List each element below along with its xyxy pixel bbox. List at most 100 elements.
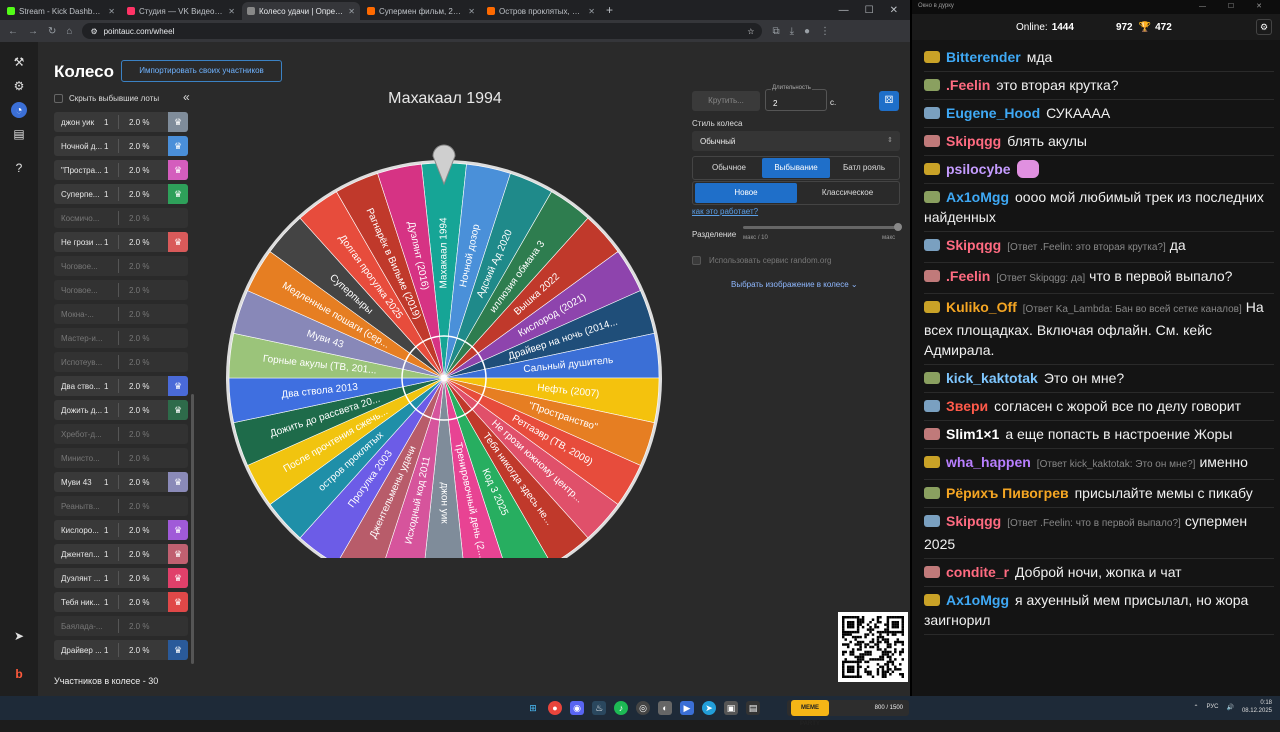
chat-username[interactable]: Kuliko_Off [946,299,1017,315]
lots-scrollbar[interactable] [191,394,194,664]
lot-item[interactable]: Хребот-д... 2.0 % [54,424,188,444]
import-participants-button[interactable]: Импортировать своих участников [121,60,282,82]
site-info-icon[interactable]: ⚙ [90,27,97,36]
steam-icon[interactable]: ♨ [592,701,606,715]
close-icon[interactable]: ✕ [468,7,475,16]
settings-gear-icon[interactable]: ⚙ [1256,19,1272,35]
settings-gear-icon[interactable]: ⚙ [11,78,27,94]
close-icon[interactable]: ✕ [348,7,355,16]
mode-elimination[interactable]: Выбывание [762,158,830,178]
telegram-icon[interactable]: ➤ [11,628,27,644]
app-icon[interactable]: ▤ [746,701,760,715]
app-icon[interactable]: ▶ [680,701,694,715]
pick-image-button[interactable]: Выбрать изображение в колесе ⌄ [731,280,858,289]
cup-icon[interactable]: ♛ [168,640,188,660]
cup-icon[interactable]: ♛ [168,184,188,204]
checkbox[interactable] [692,256,701,265]
mode-normal[interactable]: Обычное [696,158,762,178]
chat-username[interactable]: Звери [946,398,988,414]
obs-icon[interactable]: ◎ [636,701,650,715]
cup-icon[interactable]: ♛ [168,592,188,612]
chat-username[interactable]: .Feelin [946,268,990,284]
telegram-icon[interactable]: ➤ [702,701,716,715]
lot-item[interactable]: Драйвер ... 1 2.0 % ♛ [54,640,188,660]
wheel[interactable]: Махакаал 1994 Ночной дозорАдский Ад 2020и… [226,112,666,558]
bookmark-star-icon[interactable]: ☆ [747,27,754,36]
tab-vk[interactable]: Студия — VK Видео Live ✕ [122,2,240,20]
cup-icon[interactable]: ♛ [168,544,188,564]
close-icon[interactable]: ✕ [588,7,595,16]
help-icon[interactable]: ? [11,160,27,176]
lot-item[interactable]: Баялада-... 2.0 % [54,616,188,636]
submode-classic[interactable]: Классическое [797,183,898,203]
shuffle-icon[interactable]: ⚄ [879,91,899,111]
chat-username[interactable]: Skipqgg [946,133,1001,149]
menu-icon[interactable]: ⋮ [820,26,830,37]
chat-username[interactable]: wha_happen [946,454,1031,470]
chat-username[interactable]: Ax1oMgg [946,592,1009,608]
style-select[interactable]: Обычный ⇕ [692,131,900,151]
volume-icon[interactable]: 🔊 [1226,704,1233,711]
cup-icon[interactable]: ♛ [168,472,188,492]
chat-username[interactable]: .Feelin [946,77,990,93]
chat-username[interactable]: Skipqgg [946,513,1001,529]
app-icon[interactable]: ◐ [658,701,672,715]
language-indicator[interactable]: РУС [1206,704,1218,710]
cup-icon[interactable]: ♛ [168,568,188,588]
lot-item[interactable]: Чоговое... 2.0 % [54,280,188,300]
download-icon[interactable]: ⤓ [790,26,794,37]
lot-item[interactable]: Испотеув... 2.0 % [54,352,188,372]
chat-username[interactable]: kick_kaktotak [946,370,1038,386]
reload-icon[interactable]: ↻ [48,26,56,37]
cup-icon[interactable]: ♛ [168,160,188,180]
cup-icon[interactable]: ♛ [168,376,188,396]
checkbox[interactable] [54,94,63,103]
spin-button[interactable]: Крутить... [692,91,760,111]
lot-item[interactable]: Дуэлянт ... 1 2.0 % ♛ [54,568,188,588]
chat-username[interactable]: Eugene_Hood [946,105,1040,121]
tab-superman[interactable]: Супермен фильм, 2025, дата в ✕ [362,2,480,20]
extensions-icon[interactable]: ⧉ [772,26,779,37]
lot-item[interactable]: Дожить д... 1 2.0 % ♛ [54,400,188,420]
lot-item[interactable]: Космичо... 2.0 % [54,208,188,228]
discord-icon[interactable]: ◉ [570,701,584,715]
close-icon[interactable]: ✕ [228,7,235,16]
split-slider[interactable] [743,223,902,231]
profile-icon[interactable]: ● [804,26,810,37]
chrome-icon[interactable]: ● [548,701,562,715]
lot-item[interactable]: Два ство... 1 2.0 % ♛ [54,376,188,396]
cup-icon[interactable]: ♛ [168,136,188,156]
chat-username[interactable]: Ax1oMgg [946,189,1009,205]
how-it-works-link[interactable]: как это работает? [692,207,758,216]
lot-item[interactable]: Ночной д... 1 2.0 % ♛ [54,136,188,156]
lot-item[interactable]: Тебя ник... 1 2.0 % ♛ [54,592,188,612]
lot-item[interactable]: Суперпе... 1 2.0 % ♛ [54,184,188,204]
lot-item[interactable]: Джентел... 1 2.0 % ♛ [54,544,188,564]
lot-item[interactable]: Кислоро... 1 2.0 % ♛ [54,520,188,540]
close-window-button[interactable]: ✕ [890,5,898,16]
chat-username[interactable]: Slim1×1 [946,426,999,442]
minimize-button[interactable]: — [839,5,849,16]
lot-item[interactable]: "Простра... 1 2.0 % ♛ [54,160,188,180]
windows-start-icon[interactable]: ⊞ [526,701,540,715]
chat-username[interactable]: Рёрихъ Пивогрев [946,485,1069,501]
auction-hammer-icon[interactable]: ⚒ [11,54,27,70]
lot-item[interactable]: джон уик 1 2.0 % ♛ [54,112,188,132]
url-field[interactable]: ⚙ pointauc.com/wheel ☆ [82,23,763,39]
cup-icon[interactable]: ♛ [168,112,188,132]
lot-item[interactable]: Муви 43 1 2.0 % ♛ [54,472,188,492]
app-icon[interactable]: ▣ [724,701,738,715]
wheel-nav-icon[interactable]: ◔ [11,102,27,118]
chevron-up-icon[interactable]: ⌃ [1193,704,1198,711]
lot-item[interactable]: Министо... 2.0 % [54,448,188,468]
lot-item[interactable]: Мокна-... 2.0 % [54,304,188,324]
back-icon[interactable]: ← [8,26,18,37]
history-icon[interactable]: ▤ [11,126,27,142]
lot-item[interactable]: Реанытв... 2.0 % [54,496,188,516]
collapse-panel-button[interactable]: « [183,90,190,104]
chat-username[interactable]: Skipqgg [946,237,1001,253]
submode-new[interactable]: Новое [695,183,797,203]
clock[interactable]: 0:18 08.12.2025 [1242,699,1272,715]
duration-field[interactable]: 2 [765,89,827,111]
window-controls[interactable]: — ☐ ✕ [1199,2,1272,10]
